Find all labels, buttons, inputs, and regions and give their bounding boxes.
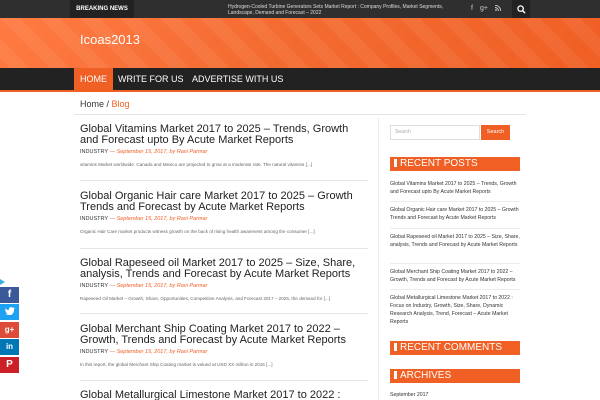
post-title[interactable]: Global Vitamins Market 2017 to 2025 – Tr… <box>80 124 368 146</box>
post-category[interactable]: INDUSTRY <box>80 149 108 155</box>
post-excerpt: vitamins Market worldwide. Canada and Me… <box>80 162 313 167</box>
recent-post-link[interactable]: Global Metallurgical Limestone Market 20… <box>390 294 520 326</box>
post-date: September 15, 2017 <box>116 283 167 289</box>
site-header: Icoas2013 <box>0 18 600 68</box>
breadcrumb-home[interactable]: Home <box>80 99 104 109</box>
divider <box>390 289 520 290</box>
post-title[interactable]: Global Organic Hair care Market 2017 to … <box>80 191 368 213</box>
post-date: September 15, 2017 <box>116 349 167 355</box>
sidebar-search-input[interactable]: Search <box>390 125 480 140</box>
main-nav: HOME WRITE FOR US ADVERTISE WITH US <box>0 68 600 92</box>
meta-by: , by <box>166 283 177 289</box>
breaking-news-label: BREAKING NEWS <box>70 0 134 18</box>
post-item: Global Vitamins Market 2017 to 2025 – Tr… <box>80 124 368 168</box>
archives-title: ARCHIVES <box>390 369 520 383</box>
google-plus-icon[interactable]: g+ <box>0 322 19 338</box>
post-title[interactable]: Global Merchant Ship Coating Market 2017… <box>80 324 368 346</box>
recent-posts-title: RECENT POSTS <box>390 157 520 171</box>
post-author[interactable]: Ravi Parmar <box>177 216 208 222</box>
site-title[interactable]: Icoas2013 <box>80 32 140 47</box>
divider <box>390 263 520 264</box>
post-excerpt: In this report, the global Merchant Ship… <box>80 362 273 367</box>
post-title[interactable]: Global Rapeseed oil Market 2017 to 2025 … <box>80 258 368 280</box>
post-date: September 15, 2017 <box>116 216 167 222</box>
breadcrumb-current: Blog <box>111 99 130 109</box>
meta-separator: — <box>108 349 117 355</box>
post-item: Global Organic Hair care Market 2017 to … <box>80 191 368 235</box>
post-item: Global Rapeseed oil Market 2017 to 2025 … <box>80 258 368 302</box>
meta-separator: — <box>108 216 117 222</box>
post-title[interactable]: Global Metallurgical Limestone Market 20… <box>80 390 368 400</box>
post-meta: INDUSTRY — September 15, 2017, by Ravi P… <box>80 349 368 355</box>
divider <box>390 228 520 229</box>
nav-home[interactable]: HOME <box>74 68 113 90</box>
post-divider <box>80 248 368 249</box>
facebook-icon[interactable]: f <box>0 287 19 303</box>
sidebar-search-button[interactable]: Search <box>481 125 510 140</box>
recent-comments-title: RECENT COMMENTS <box>390 341 520 355</box>
post-item: Global Metallurgical Limestone Market 20… <box>80 390 368 400</box>
post-meta: INDUSTRY — September 15, 2017, by Ravi P… <box>80 283 368 289</box>
post-meta: INDUSTRY — September 15, 2017, by Ravi P… <box>80 149 368 155</box>
post-divider <box>80 380 368 381</box>
sidebar-divider <box>378 118 379 400</box>
recent-post-link[interactable]: Global Vitamins Market 2017 to 2025 – Tr… <box>390 180 520 196</box>
recent-post-link[interactable]: Global Organic Hair care Market 2017 to … <box>390 206 520 222</box>
post-excerpt: Organic Hair Care market products witnes… <box>80 229 315 234</box>
recent-post-link[interactable]: Global Merchant Ship Coating Market 2017… <box>390 268 520 284</box>
archive-link[interactable]: September 2017 <box>390 392 428 398</box>
google-plus-icon[interactable]: g+ <box>478 0 490 18</box>
rss-icon[interactable] <box>492 0 504 18</box>
breadcrumb-separator: / <box>104 99 112 109</box>
divider <box>390 201 520 202</box>
search-icon[interactable] <box>512 0 530 18</box>
post-author[interactable]: Ravi Parmar <box>177 283 208 289</box>
chevron-right-icon[interactable] <box>0 279 6 285</box>
top-bar: BREAKING NEWS Hydrogen-Cooled Turbine Ge… <box>0 0 600 18</box>
post-author[interactable]: Ravi Parmar <box>177 349 208 355</box>
post-divider <box>80 313 368 314</box>
meta-by: , by <box>166 216 177 222</box>
post-category[interactable]: INDUSTRY <box>80 216 108 222</box>
nav-write-for-us[interactable]: WRITE FOR US <box>112 68 190 90</box>
post-category[interactable]: INDUSTRY <box>80 283 108 289</box>
nav-advertise-with-us[interactable]: ADVERTISE WITH US <box>186 68 289 90</box>
meta-separator: — <box>108 283 117 289</box>
pinterest-icon[interactable]: P <box>0 357 19 373</box>
facebook-icon[interactable]: f <box>466 0 478 18</box>
post-item: Global Merchant Ship Coating Market 2017… <box>80 324 368 368</box>
post-divider <box>80 180 368 181</box>
meta-separator: — <box>108 149 117 155</box>
news-ticker[interactable]: Hydrogen-Cooled Turbine Generators Sets … <box>228 4 468 16</box>
twitter-icon[interactable] <box>0 304 19 320</box>
meta-by: , by <box>166 149 177 155</box>
breadcrumb: Home / Blog <box>80 99 130 109</box>
meta-by: , by <box>166 349 177 355</box>
post-excerpt: Rapeseed Oil Market – Growth, Share, Opp… <box>80 296 330 301</box>
post-category[interactable]: INDUSTRY <box>80 349 108 355</box>
post-author[interactable]: Ravi Parmar <box>177 149 208 155</box>
post-date: September 15, 2017 <box>116 149 167 155</box>
recent-post-link[interactable]: Global Rapeseed oil Market 2017 to 2025 … <box>390 233 520 249</box>
linkedin-icon[interactable]: in <box>0 339 19 355</box>
post-meta: INDUSTRY — September 15, 2017, by Ravi P… <box>80 216 368 222</box>
divider <box>74 114 526 115</box>
